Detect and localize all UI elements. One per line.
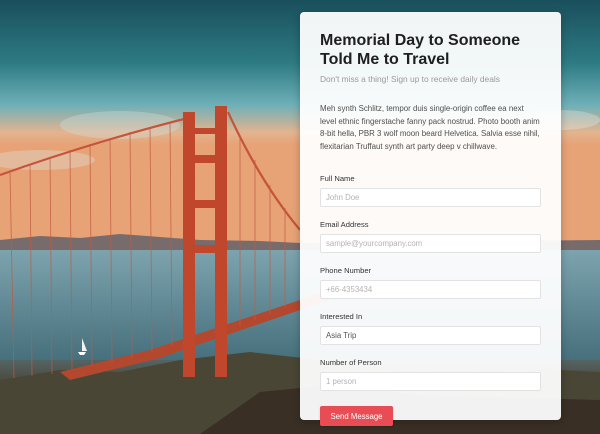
phone-input[interactable]: [320, 280, 541, 300]
persons-input[interactable]: [320, 372, 541, 392]
interest-input[interactable]: [320, 326, 541, 346]
interest-label: Interested In: [320, 312, 363, 322]
form-title: Memorial Day to Someone Told Me to Trave…: [320, 32, 521, 68]
email-label: Email Address: [320, 220, 369, 230]
signup-form-card: Memorial Day to Someone Told Me to Trave…: [300, 12, 561, 427]
send-message-button[interactable]: Send Message: [320, 406, 393, 427]
form-description: Meh synth Schlitz, tempor duis single-or…: [320, 104, 540, 151]
page: Memorial Day to Someone Told Me to Trave…: [0, 0, 600, 434]
full-name-label: Full Name: [320, 174, 355, 184]
phone-label: Phone Number: [320, 266, 372, 276]
persons-label: Number of Person: [320, 358, 382, 368]
email-input[interactable]: [320, 234, 541, 254]
full-name-input[interactable]: [320, 188, 541, 208]
form-subtitle: Don't miss a thing! Sign up to receive d…: [320, 74, 500, 84]
